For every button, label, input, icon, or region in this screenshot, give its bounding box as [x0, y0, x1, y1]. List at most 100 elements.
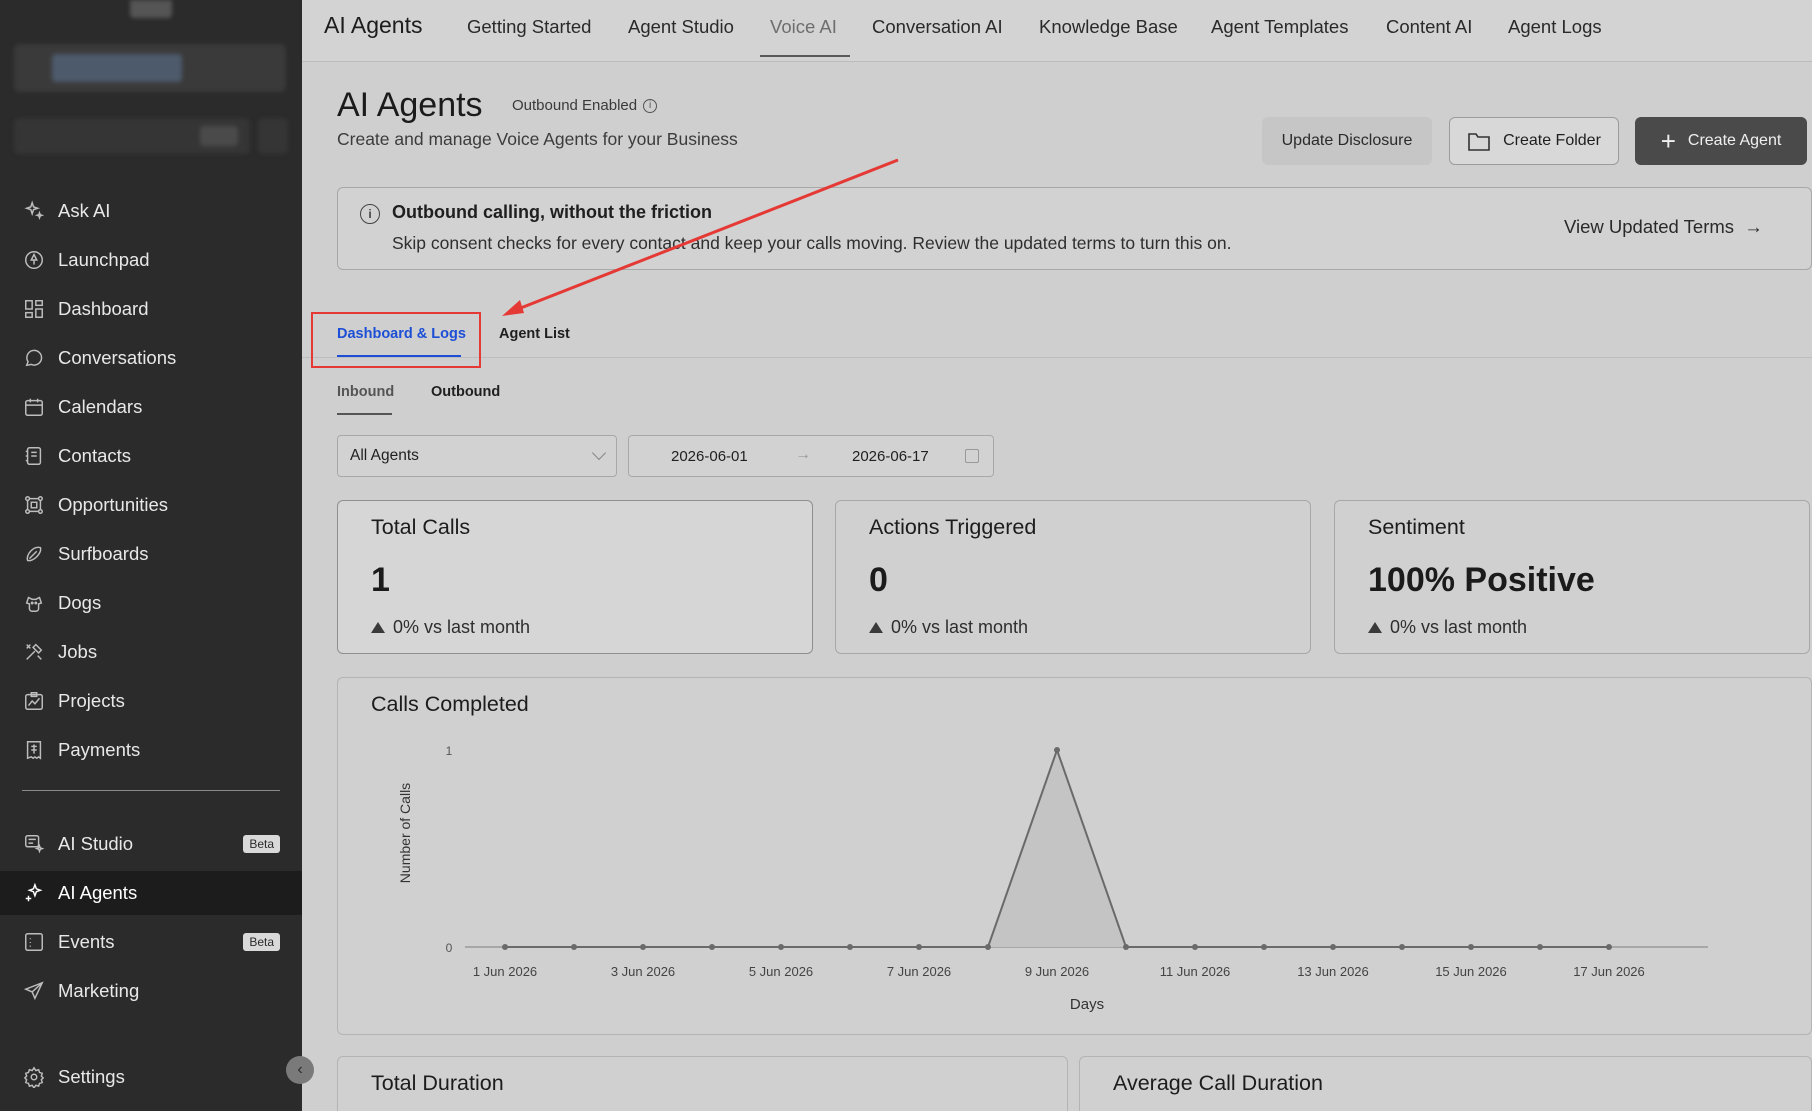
- agent-select[interactable]: All Agents: [337, 435, 617, 477]
- chevron-down-icon: [591, 445, 607, 461]
- quick-action-button[interactable]: [258, 118, 288, 154]
- stat-delta-text: 0% vs last month: [891, 617, 1029, 637]
- sidebar-item-jobs[interactable]: Jobs: [0, 630, 302, 674]
- data-point: [778, 944, 784, 950]
- sidebar-item-settings[interactable]: Settings: [0, 1055, 302, 1099]
- calendar-icon: [965, 449, 979, 463]
- top-nav-agent-studio[interactable]: Agent Studio: [628, 16, 734, 38]
- sidebar-item-launchpad[interactable]: Launchpad: [0, 238, 302, 282]
- tools-icon: [22, 640, 46, 664]
- sidebar-item-label: Opportunities: [58, 494, 169, 515]
- plus-icon: +: [1660, 126, 1676, 156]
- update-disclosure-button[interactable]: Update Disclosure: [1262, 117, 1432, 165]
- top-nav-agent-logs[interactable]: Agent Logs: [1508, 16, 1602, 38]
- collapse-sidebar-button[interactable]: ‹: [286, 1056, 314, 1084]
- subtab-outbound[interactable]: Outbound: [431, 384, 500, 400]
- chat-bubble-icon: [22, 346, 46, 370]
- data-point: [1054, 747, 1060, 753]
- annotation-arrow-head: [502, 300, 524, 316]
- arrow-right-icon: →: [795, 446, 811, 463]
- stat-delta: 0% vs last month: [1368, 617, 1527, 638]
- data-point: [1330, 944, 1336, 950]
- page-title: AI Agents: [337, 86, 483, 124]
- sidebar-item-opportunities[interactable]: Opportunities: [0, 483, 302, 527]
- sidebar-item-label: Projects: [58, 690, 125, 711]
- data-point: [709, 944, 715, 950]
- data-point: [1537, 944, 1543, 950]
- stat-title: Actions Triggered: [869, 515, 1037, 539]
- data-point: [1399, 944, 1405, 950]
- data-point: [916, 944, 922, 950]
- arrow-right-icon: →: [1739, 216, 1763, 237]
- y-axis-title: Number of Calls: [397, 783, 413, 883]
- sidebar-item-ai-agents[interactable]: AI Agents: [0, 871, 302, 915]
- sidebar-item-label: Marketing: [58, 980, 140, 1001]
- date-range-picker[interactable]: 2026-06-01 → 2026-06-17: [628, 435, 994, 477]
- sidebar-item-label: Ask AI: [58, 200, 111, 221]
- x-axis-title: Days: [1070, 996, 1104, 1013]
- stat-title: Sentiment: [1368, 515, 1465, 539]
- stat-delta-text: 0% vs last month: [1390, 617, 1528, 637]
- surfboard-icon: [22, 542, 46, 566]
- data-point: [1192, 944, 1198, 950]
- account-switcher[interactable]: [14, 44, 286, 92]
- top-nav-brand: AI Agents: [324, 12, 423, 38]
- create-agent-label: Create Agent: [1687, 132, 1782, 149]
- chevron-left-icon: ‹: [297, 1061, 303, 1078]
- top-nav-agent-templates[interactable]: Agent Templates: [1211, 16, 1348, 38]
- subtab-inbound[interactable]: Inbound: [337, 384, 394, 400]
- update-disclosure-label: Update Disclosure: [1281, 132, 1413, 149]
- data-point: [985, 944, 991, 950]
- card-title: Average Call Duration: [1113, 1071, 1323, 1095]
- sidebar-item-payments[interactable]: Payments: [0, 728, 302, 772]
- tabs-divider: [302, 357, 1812, 358]
- sidebar-item-contacts[interactable]: Contacts: [0, 434, 302, 478]
- sidebar-search[interactable]: [14, 118, 250, 154]
- sidebar-item-ai-studio[interactable]: AI Studio Beta: [0, 822, 302, 866]
- sidebar-item-calendars[interactable]: Calendars: [0, 385, 302, 429]
- view-updated-terms-link[interactable]: View Updated Terms →: [1564, 216, 1763, 238]
- data-point: [847, 944, 853, 950]
- x-tick-label: 1 Jun 2026: [473, 964, 537, 979]
- create-agent-button[interactable]: + Create Agent: [1635, 117, 1807, 165]
- receipt-icon: [22, 738, 46, 762]
- sidebar-item-conversations[interactable]: Conversations: [0, 336, 302, 380]
- outbound-status: Outbound Enabled i: [512, 97, 658, 114]
- stat-card-actions-triggered: Actions Triggered 0 0% vs last month: [835, 500, 1311, 654]
- sidebar-item-surfboards[interactable]: Surfboards: [0, 532, 302, 576]
- top-nav-knowledge-base[interactable]: Knowledge Base: [1039, 16, 1178, 38]
- top-nav-getting-started[interactable]: Getting Started: [467, 16, 591, 38]
- page-subtitle: Create and manage Voice Agents for your …: [337, 129, 738, 149]
- data-point: [1468, 944, 1474, 950]
- top-nav-conversation-ai[interactable]: Conversation AI: [872, 16, 1003, 38]
- sidebar-item-ask-ai[interactable]: Ask AI: [0, 189, 302, 233]
- sidebar-item-label: Dashboard: [58, 298, 149, 319]
- triangle-up-icon: [869, 622, 883, 633]
- create-folder-button[interactable]: Create Folder: [1449, 117, 1619, 165]
- sparkle-icon: [22, 199, 46, 223]
- top-nav-voice-ai[interactable]: Voice AI: [770, 16, 837, 38]
- sidebar-item-dogs[interactable]: Dogs: [0, 581, 302, 625]
- stat-delta: 0% vs last month: [869, 617, 1028, 638]
- sidebar: Ask AI Launchpad Dashboard Conversations Cal…: [0, 0, 302, 1111]
- sidebar-item-label: Dogs: [58, 592, 102, 613]
- sidebar-item-dashboard[interactable]: Dashboard: [0, 287, 302, 331]
- calendar-icon: [22, 395, 46, 419]
- agent-select-value: All Agents: [350, 447, 419, 464]
- sidebar-item-label: Calendars: [58, 396, 143, 417]
- sidebar-item-marketing[interactable]: Marketing: [0, 969, 302, 1013]
- date-to[interactable]: 2026-06-17: [852, 448, 929, 465]
- sidebar-item-events[interactable]: Events Beta: [0, 920, 302, 964]
- contacts-book-icon: [22, 444, 46, 468]
- sidebar-item-projects[interactable]: Projects: [0, 679, 302, 723]
- tab-agent-list[interactable]: Agent List: [499, 326, 570, 342]
- date-from[interactable]: 2026-06-01: [671, 448, 748, 465]
- data-point: [1606, 944, 1612, 950]
- info-icon[interactable]: i: [643, 98, 658, 113]
- dog-icon: [22, 591, 46, 615]
- stat-value: 0: [869, 561, 888, 599]
- top-nav-content-ai[interactable]: Content AI: [1386, 16, 1472, 38]
- opportunities-nodes-icon: [22, 493, 46, 517]
- top-navigation: AI Agents Getting Started Agent Studio Voi…: [302, 0, 1812, 62]
- view-updated-terms-label: View Updated Terms: [1564, 216, 1735, 237]
